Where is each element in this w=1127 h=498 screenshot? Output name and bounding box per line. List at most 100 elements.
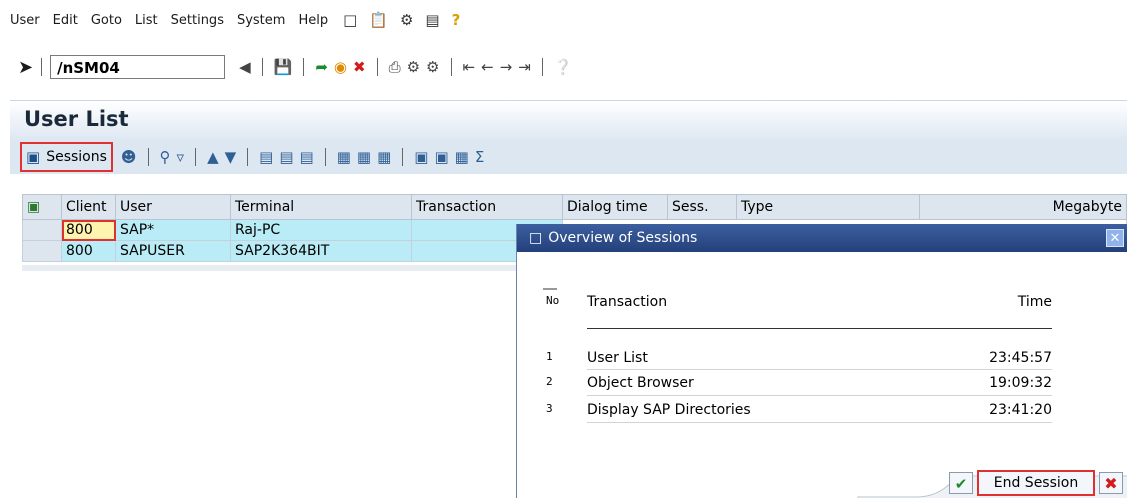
col-sessions[interactable]: Sess. xyxy=(667,194,737,220)
session-row[interactable]: 3 Display SAP Directories 23:41:20 xyxy=(517,402,1127,422)
menu-edit[interactable]: Edit xyxy=(53,13,78,28)
session-row[interactable]: 2 Object Browser 19:09:32 xyxy=(517,375,1127,395)
col-megabyte[interactable]: Megabyte xyxy=(919,194,1127,220)
separator xyxy=(247,148,249,166)
user-info-icon[interactable]: ☻ xyxy=(121,148,137,166)
ok-button[interactable]: ✔ xyxy=(949,472,973,494)
client-cell[interactable]: 800 xyxy=(61,240,116,262)
row-selector[interactable] xyxy=(22,240,62,262)
row-selector[interactable] xyxy=(22,219,62,241)
spreadsheet-icon[interactable]: ▣ xyxy=(414,148,428,166)
col-terminal[interactable]: Terminal xyxy=(230,194,412,220)
client-cell[interactable]: 800 xyxy=(61,219,116,241)
column-marker xyxy=(543,288,557,290)
sessions-label: Sessions xyxy=(46,149,107,165)
separator xyxy=(195,148,197,166)
help-icon[interactable]: ❔ xyxy=(554,58,573,76)
print-icon[interactable]: ⎙ xyxy=(389,58,401,76)
next-page-icon[interactable]: → xyxy=(500,58,513,76)
menu-list[interactable]: List xyxy=(135,13,158,28)
import-icon[interactable]: ▤ xyxy=(279,148,293,166)
dialog-title: Overview of Sessions xyxy=(548,230,698,246)
col-time: Time xyxy=(1017,294,1052,310)
session-no: 2 xyxy=(546,375,553,388)
exit-icon[interactable]: ◉ xyxy=(334,58,347,76)
menu-user[interactable]: User xyxy=(10,13,40,28)
col-user[interactable]: User xyxy=(115,194,231,220)
terminal-cell[interactable]: Raj-PC xyxy=(230,219,412,241)
session-no: 3 xyxy=(546,402,553,415)
user-cell[interactable]: SAP* xyxy=(115,219,231,241)
col-transaction: Transaction xyxy=(587,294,668,310)
session-transaction: User List xyxy=(587,350,648,366)
menu-settings[interactable]: Settings xyxy=(171,13,224,28)
table-header-row: ▣ Client User Terminal Transaction Dialo… xyxy=(22,194,1127,220)
separator xyxy=(324,148,326,166)
end-session-button[interactable]: End Session xyxy=(977,470,1095,496)
last-page-icon[interactable]: ⇥ xyxy=(518,58,531,76)
sort-descending-icon[interactable]: ▼ xyxy=(225,148,237,166)
select-all-icon[interactable]: ▣ xyxy=(27,199,40,215)
layout-save-icon[interactable]: ▦ xyxy=(377,148,391,166)
session-row[interactable]: 1 User List 23:45:57 xyxy=(517,350,1127,370)
select-all-cell[interactable]: ▣ xyxy=(22,194,62,220)
session-time: 23:45:57 xyxy=(989,350,1052,366)
cancel-icon[interactable]: ✖ xyxy=(353,58,366,76)
separator xyxy=(541,58,543,76)
sessions-header-row: No Transaction Time xyxy=(517,294,1127,312)
menu-bar: User Edit Goto List Settings System Help… xyxy=(0,0,1127,40)
customize-layout-icon[interactable]: ⚙ xyxy=(400,11,413,29)
previous-page-icon[interactable]: ← xyxy=(481,58,494,76)
menu-system[interactable]: System xyxy=(237,13,285,28)
row-rule xyxy=(587,422,1052,423)
title-bar: User List xyxy=(10,100,1127,141)
close-button[interactable]: ✕ xyxy=(1106,229,1124,247)
col-client[interactable]: Client xyxy=(61,194,116,220)
find-icon[interactable]: ⚙ xyxy=(407,58,420,76)
session-transaction: Object Browser xyxy=(587,375,694,391)
sessions-button[interactable]: ▣ Sessions xyxy=(20,142,113,172)
col-no: No xyxy=(546,294,560,307)
menu-goto[interactable]: Goto xyxy=(91,13,122,28)
first-page-icon[interactable]: ⇤ xyxy=(463,58,476,76)
clipboard-icon[interactable]: 📋 xyxy=(369,11,388,29)
save-icon[interactable]: 💾 xyxy=(274,58,293,76)
cancel-button[interactable]: ✖ xyxy=(1099,472,1123,494)
calculator-icon[interactable]: ▦ xyxy=(455,148,469,166)
layout-grid-icon[interactable]: ▦ xyxy=(337,148,351,166)
row-rule xyxy=(587,395,1052,396)
dialog-titlebar: □ Overview of Sessions ✕ xyxy=(517,224,1127,252)
export-icon[interactable]: ▤ xyxy=(259,148,273,166)
col-transaction[interactable]: Transaction xyxy=(411,194,563,220)
terminal-cell[interactable]: SAP2K364BIT xyxy=(230,240,412,262)
separator xyxy=(450,58,452,76)
user-cell[interactable]: SAPUSER xyxy=(115,240,231,262)
menu-help[interactable]: Help xyxy=(298,13,328,28)
new-document-icon[interactable]: □ xyxy=(343,11,357,29)
session-time: 23:41:20 xyxy=(989,402,1052,418)
window-icon[interactable]: ▤ xyxy=(425,11,439,29)
sort-ascending-icon[interactable]: ▲ xyxy=(207,148,219,166)
col-type[interactable]: Type xyxy=(736,194,920,220)
session-transaction: Display SAP Directories xyxy=(587,402,751,418)
layout-change-icon[interactable]: ▦ xyxy=(357,148,371,166)
header-rule xyxy=(587,328,1052,329)
separator xyxy=(376,58,378,76)
application-toolbar: ▣ Sessions ☻ ⚲ ▿ ▲ ▼ ▤ ▤ ▤ ▦ ▦ ▦ ▣ ▣ ▦ Σ xyxy=(10,140,1127,174)
sessions-icon: ▣ xyxy=(26,148,41,166)
sum-icon[interactable]: Σ xyxy=(475,148,484,166)
back-icon[interactable]: ➦ xyxy=(315,58,328,76)
command-field-dropdown-icon[interactable]: ◀ xyxy=(239,58,251,76)
row-rule xyxy=(587,369,1052,370)
details-icon[interactable]: ▤ xyxy=(300,148,314,166)
search-icon[interactable]: ⚲ xyxy=(160,148,171,166)
col-dialog-time[interactable]: Dialog time xyxy=(562,194,668,220)
find-next-icon[interactable]: ⚙ xyxy=(426,58,439,76)
filter-icon[interactable]: ▿ xyxy=(177,148,185,166)
graphics-icon[interactable]: ▣ xyxy=(434,148,448,166)
separator xyxy=(402,148,404,166)
standard-toolbar: ➤ /nSM04 ◀ 💾 ➦ ◉ ✖ ⎙ ⚙ ⚙ ⇤ ← → ⇥ ❔ xyxy=(0,48,1127,86)
enter-icon[interactable]: ➤ xyxy=(18,57,33,78)
command-field[interactable]: /nSM04 xyxy=(50,55,226,79)
help-question-icon[interactable]: ? xyxy=(452,11,461,29)
